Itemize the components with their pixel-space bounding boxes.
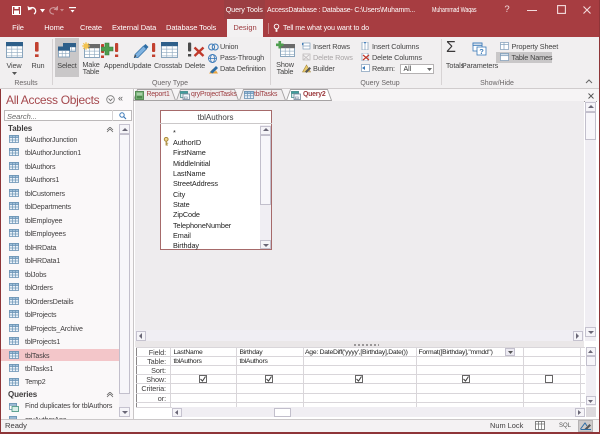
svg-text:?: ?	[479, 47, 484, 56]
